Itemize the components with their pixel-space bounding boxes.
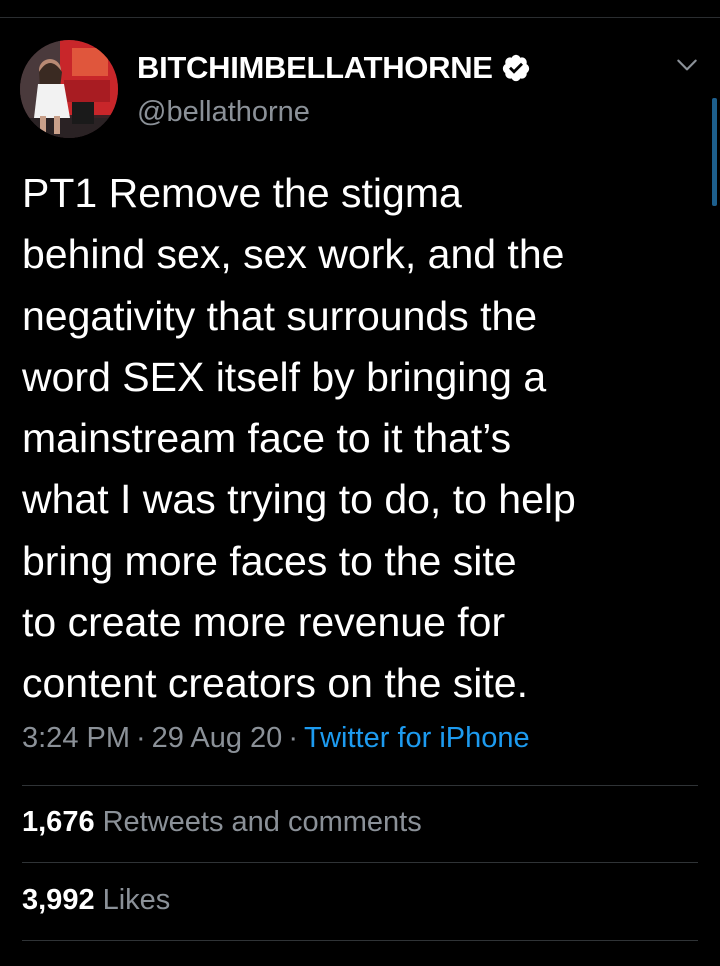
avatar-image xyxy=(20,40,118,138)
divider xyxy=(22,862,698,863)
tweet-line: content creators on the site. xyxy=(22,660,528,707)
tweet-text: PT1 Remove the stigma behind sex, sex wo… xyxy=(22,163,702,715)
tweet-source-link[interactable]: Twitter for iPhone xyxy=(304,722,530,754)
likes-label: Likes xyxy=(102,884,171,916)
avatar[interactable] xyxy=(20,40,118,138)
tweet-line: bring more faces to the site xyxy=(22,537,517,584)
retweets-label: Retweets and comments xyxy=(102,806,422,838)
tweet-line: PT1 Remove the stigma xyxy=(22,170,462,216)
tweet-line: what I was trying to do, to help xyxy=(22,476,576,523)
meta-separator: · xyxy=(288,722,298,754)
divider xyxy=(22,785,698,786)
tweet-line: behind sex, sex work, and the xyxy=(22,231,565,278)
tweet-line: word SEX itself by bringing a xyxy=(22,353,547,400)
meta-separator: · xyxy=(136,722,146,754)
tweet-line: mainstream face to it that’s xyxy=(22,415,512,462)
tweet-line: to create more revenue for xyxy=(22,599,506,646)
likes-stat[interactable]: 3,992 Likes xyxy=(22,884,170,917)
scroll-indicator[interactable] xyxy=(712,98,717,206)
likes-count: 3,992 xyxy=(22,884,95,916)
tweet-line: negativity that surrounds the xyxy=(22,292,538,339)
retweets-count: 1,676 xyxy=(22,806,95,838)
tweet-time[interactable]: 3:24 PM xyxy=(22,722,130,754)
retweets-stat[interactable]: 1,676 Retweets and comments xyxy=(22,806,422,839)
verified-badge-icon xyxy=(502,54,529,82)
name-row: BITCHIMBELLATHORNE xyxy=(137,50,531,86)
tweet-meta: 3:24 PM · 29 Aug 20 · Twitter for iPhone xyxy=(22,722,530,755)
chevron-down-icon[interactable] xyxy=(674,52,700,78)
tweet-header: BITCHIMBELLATHORNE @bellathorne xyxy=(20,40,700,140)
tweet-date[interactable]: 29 Aug 20 xyxy=(152,722,283,754)
user-handle[interactable]: @bellathorne xyxy=(137,96,310,129)
divider xyxy=(22,940,698,941)
top-divider xyxy=(0,17,720,18)
display-name[interactable]: BITCHIMBELLATHORNE xyxy=(137,50,493,86)
